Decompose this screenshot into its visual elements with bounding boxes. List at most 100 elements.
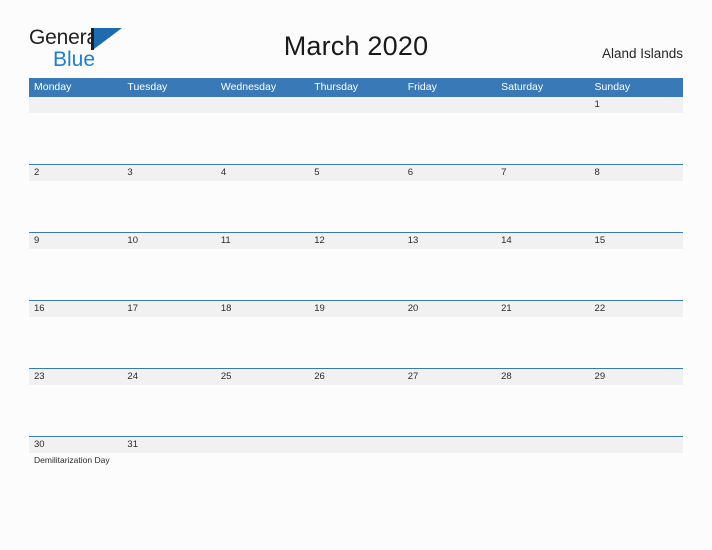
calendar-cell-inner — [215, 97, 310, 164]
day-number: 17 — [122, 301, 216, 317]
calendar-cell-inner: 23 — [29, 369, 123, 436]
calendar-day-cell[interactable]: 27 — [402, 368, 497, 437]
calendar-day-cell[interactable]: 7 — [496, 164, 590, 233]
day-number — [215, 97, 310, 113]
calendar-day-cell[interactable]: 10 — [122, 232, 216, 301]
calendar-cell-inner: 4 — [215, 165, 310, 232]
calendar-cell-inner: 22 — [589, 301, 683, 368]
calendar-cell-inner: 18 — [215, 301, 310, 368]
calendar-cell-inner: 19 — [309, 301, 403, 368]
calendar-cell-inner — [589, 437, 683, 504]
calendar-cell-inner: 14 — [496, 233, 590, 300]
calendar-day-cell[interactable]: 24 — [122, 368, 216, 437]
calendar-day-cell[interactable]: 17 — [122, 300, 216, 369]
day-number: 28 — [496, 369, 590, 385]
calendar-week-row: 23 24 25 26 27 28 29 — [29, 368, 683, 437]
calendar-day-cell[interactable]: 11 — [215, 232, 310, 301]
calendar-cell-inner: 9 — [29, 233, 123, 300]
locale-label: Aland Islands — [601, 46, 683, 61]
calendar-empty-cell — [215, 436, 310, 504]
day-number: 18 — [215, 301, 310, 317]
day-number: 20 — [402, 301, 497, 317]
day-number: 5 — [309, 165, 403, 181]
calendar-day-cell[interactable]: 1 — [589, 97, 683, 165]
day-number: 29 — [589, 369, 683, 385]
calendar-cell-inner — [29, 97, 123, 164]
calendar-cell-inner — [496, 97, 590, 164]
calendar-day-cell[interactable]: 12 — [309, 232, 403, 301]
calendar-day-cell[interactable]: 29 — [589, 368, 683, 437]
calendar-cell-inner: 25 — [215, 369, 310, 436]
calendar-cell-inner: 26 — [309, 369, 403, 436]
calendar-cell-inner: 12 — [309, 233, 403, 300]
calendar-day-cell[interactable]: 19 — [309, 300, 403, 369]
calendar-cell-inner: 29 — [589, 369, 683, 436]
calendar-header-row-group: Monday Tuesday Wednesday Thursday Friday… — [29, 78, 683, 97]
calendar-empty-cell — [309, 97, 403, 165]
calendar-cell-inner: 5 — [309, 165, 403, 232]
calendar-day-cell[interactable]: 9 — [29, 232, 123, 301]
calendar-cell-inner: 13 — [402, 233, 497, 300]
calendar-day-cell[interactable]: 5 — [309, 164, 403, 233]
calendar-empty-cell — [122, 97, 216, 165]
day-number: 9 — [29, 233, 123, 249]
weekday-header-wednesday: Wednesday — [215, 78, 310, 97]
calendar-page: General Blue March 2020 Aland Islands Mo… — [0, 0, 712, 550]
calendar-day-cell[interactable]: 6 — [402, 164, 497, 233]
calendar-day-cell[interactable]: 28 — [496, 368, 590, 437]
weekday-header-friday: Friday — [402, 78, 497, 97]
calendar-day-cell[interactable]: 22 — [589, 300, 683, 369]
calendar-table: Monday Tuesday Wednesday Thursday Friday… — [29, 78, 683, 504]
calendar-day-cell[interactable]: 2 — [29, 164, 123, 233]
day-number: 6 — [402, 165, 497, 181]
calendar-empty-cell — [215, 97, 310, 165]
calendar-cell-inner: 20 — [402, 301, 497, 368]
calendar-cell-inner — [402, 437, 497, 504]
day-number: 31 — [122, 437, 216, 453]
day-number: 25 — [215, 369, 310, 385]
calendar-cell-inner: 3 — [122, 165, 216, 232]
calendar-cell-inner — [402, 97, 497, 164]
day-number — [402, 437, 497, 453]
calendar-body: 1 2 3 4 5 6 7 8 9 10 11 12 13 14 15 16 17 18 19 20 21 22 23 24 2… — [29, 97, 683, 504]
weekday-header-sunday: Sunday — [589, 78, 683, 97]
calendar-day-cell[interactable]: 25 — [215, 368, 310, 437]
calendar-week-row: 9 10 11 12 13 14 15 — [29, 232, 683, 301]
calendar-day-cell[interactable]: 8 — [589, 164, 683, 233]
day-number: 1 — [589, 97, 683, 113]
calendar-week-row: 1 — [29, 97, 683, 165]
day-number: 19 — [309, 301, 403, 317]
calendar-cell-inner: 16 — [29, 301, 123, 368]
calendar-day-cell[interactable]: 18 — [215, 300, 310, 369]
calendar-day-cell[interactable]: 26 — [309, 368, 403, 437]
calendar-day-cell[interactable]: 31 — [122, 436, 216, 504]
day-number — [309, 437, 403, 453]
calendar-day-cell[interactable]: 14 — [496, 232, 590, 301]
day-number: 23 — [29, 369, 123, 385]
calendar-week-row: 2345678 — [29, 164, 683, 233]
calendar-day-cell[interactable]: 15 — [589, 232, 683, 301]
day-number: 30 — [29, 437, 123, 453]
weekday-header-row: Monday Tuesday Wednesday Thursday Friday… — [29, 78, 683, 97]
calendar-day-cell[interactable]: 30 Demilitarization Day — [29, 436, 123, 504]
calendar-day-cell[interactable]: 16 — [29, 300, 123, 369]
calendar-day-cell[interactable]: 3 — [122, 164, 216, 233]
day-number: 3 — [122, 165, 216, 181]
day-number: 22 — [589, 301, 683, 317]
calendar-cell-inner: 7 — [496, 165, 590, 232]
calendar-cell-inner: 8 — [589, 165, 683, 232]
day-number — [122, 97, 216, 113]
calendar-day-cell[interactable]: 23 — [29, 368, 123, 437]
calendar-day-cell[interactable]: 13 — [402, 232, 497, 301]
calendar-day-cell[interactable]: 4 — [215, 164, 310, 233]
weekday-header-thursday: Thursday — [309, 78, 403, 97]
calendar-cell-inner: 31 — [122, 437, 216, 504]
calendar-day-cell[interactable]: 21 — [496, 300, 590, 369]
calendar-week-row: 16 17 18 19 20 21 22 — [29, 300, 683, 369]
calendar-cell-inner: 30 Demilitarization Day — [29, 437, 123, 504]
calendar-cell-inner: 21 — [496, 301, 590, 368]
weekday-header-monday: Monday — [29, 78, 123, 97]
day-number: 26 — [309, 369, 403, 385]
day-number: 12 — [309, 233, 403, 249]
calendar-day-cell[interactable]: 20 — [402, 300, 497, 369]
